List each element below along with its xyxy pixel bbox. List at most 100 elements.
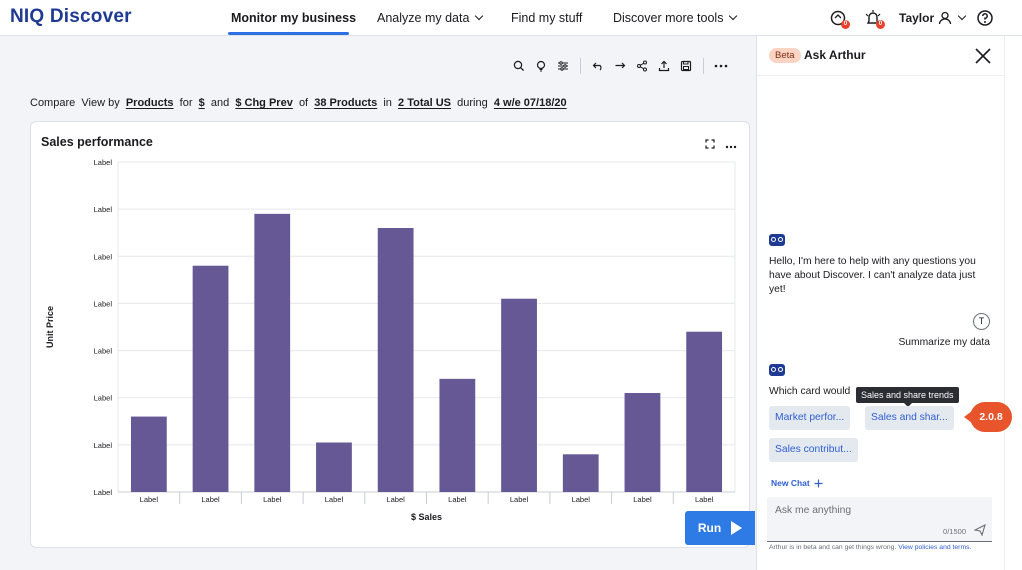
chat-input[interactable] [775,505,975,516]
app-logo[interactable]: NIQ Discover [10,6,132,28]
nav-analyze-my-data[interactable]: Analyze my data [377,11,484,25]
y-tick-label: Label [94,394,113,403]
sales-performance-card: Sales performance Label Label Label Label La… [30,121,750,548]
active-nav-indicator [228,32,349,35]
y-tick-label: Label [94,488,113,497]
panel-scroll-edge [1004,36,1022,570]
bar [192,265,229,492]
more-icon[interactable] [710,58,732,74]
nav-label: Discover more tools [613,11,724,25]
measure-selector[interactable]: $ [199,97,205,109]
x-tick-label: Label [325,495,344,504]
of-label: of [298,97,309,109]
run-button[interactable]: Run [685,511,755,545]
bar-chart: Label Label Label Label Label Label Label Label… [45,158,736,522]
x-tick-label: Label [263,495,282,504]
bar [501,298,537,492]
bar [624,393,661,492]
new-chat-label: New Chat [771,478,810,488]
bar [377,228,414,492]
nav-label: Analyze my data [377,11,470,25]
beta-badge: Beta [769,48,801,63]
period-selector[interactable]: 4 w/e 07/18/20 [494,97,567,109]
x-axis-title: $ Sales [411,512,442,522]
undo-icon[interactable] [587,58,609,74]
panel-header: Beta Ask Arthur [757,36,1005,76]
toolbar-divider [703,58,704,74]
panel-title: Ask Arthur [804,48,866,62]
y-tick-label: Label [94,252,113,261]
alert-badge: 0 [876,20,885,29]
chevron-down-icon [475,11,484,21]
toolbar-divider [580,58,581,74]
y-tick-label: Label [94,299,113,308]
y-tick-label: Label [94,205,113,214]
user-name-label: Taylor [899,11,935,25]
x-tick-label: Label [695,495,714,504]
y-tick-label: Label [94,158,113,167]
chevron-down-icon [729,11,738,21]
user-icon [938,11,952,25]
save-icon[interactable] [675,58,697,74]
view-by-label: View by [81,97,120,109]
x-tick-label: Label [572,495,591,504]
ask-arthur-panel: Beta Ask Arthur Hello, I'm here to help … [756,36,1005,570]
share-icon[interactable] [631,58,653,74]
x-tick-label: Label [448,495,467,504]
close-icon[interactable] [973,46,993,66]
version-badge: 2.0.8 [964,402,1012,432]
y-tick-label: Label [94,347,113,356]
help-icon[interactable] [976,9,994,27]
x-tick-label: Label [386,495,405,504]
beta-disclaimer: Arthur is in beta and can get things wro… [769,544,971,551]
chart-toolbar [508,58,732,74]
compare-label: Compare [30,97,76,109]
nav-discover-more-tools[interactable]: Discover more tools [613,11,738,25]
user-message: Summarize my data [898,337,990,348]
plus-icon [814,479,823,487]
filter-sliders-icon[interactable] [552,58,574,74]
second-measure-selector[interactable]: $ Chg Prev [235,97,292,109]
disclaimer-text: Arthur is in beta and can get things wro… [769,544,897,551]
arthur-bot-icon [769,234,785,246]
search-icon[interactable] [508,58,530,74]
x-tick-label: Label [510,495,529,504]
chip-tooltip: Sales and share trends [856,387,959,407]
nav-find-my-stuff[interactable]: Find my stuff [511,11,582,25]
bar [562,454,599,492]
suggestion-chip-sales-contribution[interactable]: Sales contribut... [769,438,858,462]
products-selector[interactable]: 38 Products [314,97,377,109]
user-avatar: T [973,313,990,330]
character-counter: 0/1500 [943,527,966,536]
x-tick-label: Label [201,495,220,504]
send-icon[interactable] [974,524,986,536]
new-chat-button[interactable]: New Chat [771,478,823,488]
bar [130,416,167,492]
suggestion-chip-sales-and-share[interactable]: Sales and shar... [865,406,954,430]
for-label: for [179,97,193,109]
bar [686,331,723,492]
assistant-greeting: Hello, I'm here to help with any questio… [769,256,976,295]
bar [254,213,291,492]
nav-label: Find my stuff [511,11,583,25]
notification-icon[interactable]: 0 [829,9,850,29]
x-tick-label: Label [140,495,159,504]
redo-icon[interactable] [609,58,631,74]
market-selector[interactable]: 2 Total US [398,97,451,109]
top-navigation-bar: NIQ Discover Monitor my business Analyze… [0,0,1022,36]
nav-monitor-my-business[interactable]: Monitor my business [231,11,356,25]
upload-icon[interactable] [653,58,675,74]
policies-link[interactable]: View policies and terms. [898,544,971,551]
dimension-selector[interactable]: Products [126,97,174,109]
and-label: and [210,97,230,109]
lightbulb-icon[interactable] [530,58,552,74]
suggestion-chip-market-performance[interactable]: Market perfor... [769,406,851,430]
user-menu[interactable]: Taylor [899,11,967,25]
notification-badge: 0 [841,20,850,29]
bar [439,378,476,492]
chat-input-container: 0/1500 [767,497,992,542]
alert-bell-icon[interactable]: 0 [864,9,885,29]
run-label: Run [697,521,722,535]
chevron-down-icon [957,11,967,21]
y-axis-title: Unit Price [45,306,55,348]
